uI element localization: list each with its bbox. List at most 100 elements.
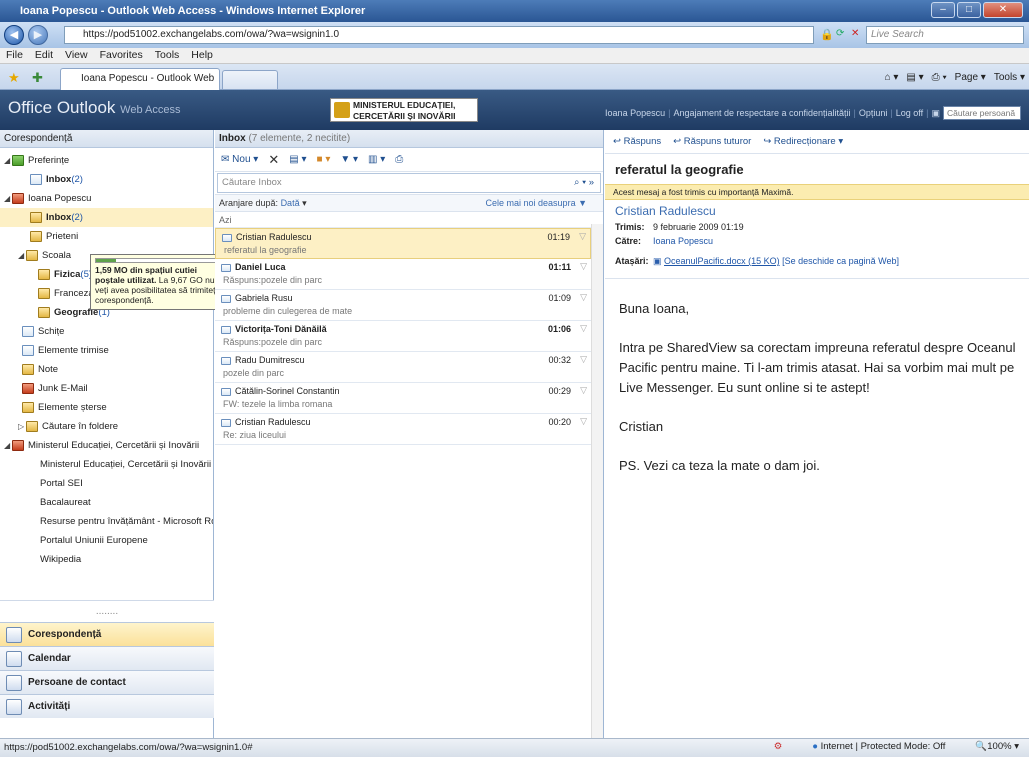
expand-arrow-icon[interactable]: ◢: [4, 436, 12, 455]
privacy-link[interactable]: Angajament de respectare a confidențiali…: [673, 108, 850, 118]
expand-arrow-icon[interactable]: ◢: [4, 189, 12, 208]
mailbox-folder-item[interactable]: Junk E-Mail: [0, 379, 213, 398]
forward-button[interactable]: ↪ Redirecționare ▾: [763, 136, 843, 147]
expand-arrow-icon[interactable]: ▷: [18, 417, 26, 436]
filter-icon[interactable]: ▼ ▾: [340, 154, 358, 165]
options-link[interactable]: Opțiuni: [859, 108, 888, 118]
ministry-link[interactable]: Ministerul Educației, Cercetării și Inov…: [0, 455, 213, 474]
page-menu[interactable]: Page ▾: [955, 68, 986, 88]
favorites-star-icon[interactable]: ★: [8, 70, 20, 86]
mailbox-folder-item[interactable]: Inbox(2): [0, 208, 213, 227]
reply-button[interactable]: ↩ Răspuns: [613, 136, 661, 147]
to-value[interactable]: Ioana Popescu: [653, 236, 713, 246]
inbox-search-input[interactable]: Căutare Inbox ⌕ ▾ »: [217, 173, 601, 193]
message-row[interactable]: Cristian Radulescu 01:19 referatul la geog…: [215, 228, 591, 259]
forward-button[interactable]: ▶: [28, 25, 48, 45]
feeds-icon[interactable]: ▤ ▾: [906, 68, 923, 88]
live-search-input[interactable]: Live Search: [866, 26, 1024, 44]
folder-label: Elemente trimise: [38, 345, 109, 356]
favorites-node[interactable]: ◢ Preferințe: [0, 151, 213, 170]
url-field[interactable]: https://pod51002.exchangelabs.com/owa/?w…: [64, 26, 814, 44]
expand-arrow-icon[interactable]: ◢: [18, 246, 26, 265]
view-icon[interactable]: ▥ ▾: [368, 154, 385, 165]
message-sender[interactable]: Cristian Radulescu: [605, 200, 1029, 220]
new-button[interactable]: ✉ Nou ▾: [221, 154, 258, 165]
menu-favorites[interactable]: Favorites: [100, 48, 143, 63]
reply-all-button[interactable]: ↩ Răspuns tuturor: [673, 136, 751, 147]
ministry-link[interactable]: Bacalaureat: [0, 493, 213, 512]
pane-resize-grip[interactable]: ........: [0, 600, 214, 622]
open-as-web-link[interactable]: [Se deschide ca pagină Web]: [782, 256, 899, 266]
sender-name: Cristian Radulescu: [235, 417, 311, 427]
mailbox-folder-item[interactable]: ▷ Căutare în foldere: [0, 417, 213, 436]
menu-file[interactable]: File: [6, 48, 23, 63]
ministry-link[interactable]: Portalul Uniunii Europene: [0, 531, 213, 550]
ministry-link[interactable]: Resurse pentru învățământ - Microsoft Ro…: [0, 512, 213, 531]
message-row[interactable]: Cristian Radulescu 00:20 Re: ziua liceului…: [215, 414, 591, 445]
maximize-button[interactable]: □: [957, 2, 981, 18]
message-row[interactable]: Cătălin-Sorinel Constantin 00:29 FW: tezel…: [215, 383, 591, 414]
message-row[interactable]: Victorița-Toni Dănăilă 01:06 Răspuns:pozel…: [215, 321, 591, 352]
delete-icon[interactable]: ✕: [268, 152, 279, 168]
people-search-input[interactable]: Căutare persoană: [943, 106, 1021, 120]
zoom-control[interactable]: 🔍100% ▾: [975, 738, 1019, 757]
menu-help[interactable]: Help: [191, 48, 213, 63]
move-icon[interactable]: ▤ ▾: [289, 154, 306, 165]
print-list-icon[interactable]: ⎙: [395, 154, 403, 165]
ministry-group-node[interactable]: ◢ Ministerul Educației, Cercetării și Ino…: [0, 436, 213, 455]
flag-icon[interactable]: ▽: [580, 292, 587, 303]
ministry-link[interactable]: Wikipedia: [0, 550, 213, 569]
nav-contacts-button[interactable]: Persoane de contact: [0, 670, 214, 694]
nav-calendar-button[interactable]: Calendar: [0, 646, 214, 670]
flag-icon[interactable]: ▽: [580, 385, 587, 396]
popup-blocker-icon[interactable]: ⚙: [774, 738, 783, 757]
flag-icon[interactable]: ▽: [580, 323, 587, 334]
user-name-link[interactable]: Ioana Popescu: [605, 108, 665, 118]
search-icon[interactable]: ⌕ ▾ »: [574, 174, 594, 192]
lock-icon[interactable]: 🔒: [820, 28, 834, 41]
list-scrollbar[interactable]: [591, 224, 603, 738]
menu-view[interactable]: View: [65, 48, 88, 63]
print-icon[interactable]: ⎙ ▾: [932, 68, 947, 88]
menu-edit[interactable]: Edit: [35, 48, 53, 63]
message-list: Cristian Radulescu 01:19 referatul la geog…: [215, 228, 591, 445]
mailbox-folder-item[interactable]: Note: [0, 360, 213, 379]
nav-tasks-button[interactable]: Activități: [0, 694, 214, 718]
nav-mail-button[interactable]: Corespondență: [0, 622, 214, 646]
menu-tools[interactable]: Tools: [155, 48, 180, 63]
arrange-by[interactable]: Aranjare după: Dată ▾: [219, 195, 307, 211]
mailbox-label: Ioana Popescu: [28, 193, 92, 204]
flag-icon[interactable]: ▽: [580, 354, 587, 365]
ministry-link[interactable]: Portal SEI: [0, 474, 213, 493]
favorite-folder-item[interactable]: Inbox(2): [0, 170, 213, 189]
add-favorites-icon[interactable]: ✚: [32, 70, 43, 86]
browser-tab-owa[interactable]: Ioana Popescu - Outlook Web Access: [60, 68, 220, 104]
flag-icon[interactable]: ▽: [579, 231, 586, 242]
stop-icon[interactable]: ✕: [851, 28, 859, 39]
flag-icon[interactable]: ▽: [580, 416, 587, 427]
tools-menu[interactable]: Tools ▾: [994, 68, 1025, 88]
close-button[interactable]: ✕: [983, 2, 1023, 18]
mailbox-folder-item[interactable]: Prieteni: [0, 227, 213, 246]
categories-icon[interactable]: ■ ▾: [317, 154, 331, 165]
logoff-link[interactable]: Log off: [896, 108, 923, 118]
home-icon[interactable]: ⌂ ▾: [885, 68, 899, 88]
minimize-button[interactable]: –: [931, 2, 955, 18]
window-controls: – □ ✕: [931, 2, 1023, 18]
back-button[interactable]: ◀: [4, 25, 24, 45]
zone-info[interactable]: ● Internet | Protected Mode: Off: [812, 738, 945, 757]
sort-order[interactable]: Cele mai noi deasupra ▼: [486, 195, 587, 211]
attachment-link[interactable]: OceanulPacific.docx (15 KO): [664, 256, 780, 266]
new-tab-button[interactable]: [222, 70, 278, 89]
message-row[interactable]: Daniel Luca 01:11 Răspuns:pozele din parc ▽: [215, 259, 591, 290]
mailbox-folder-item[interactable]: Elemente trimise: [0, 341, 213, 360]
mailbox-folder-item[interactable]: Elemente șterse: [0, 398, 213, 417]
refresh-icon[interactable]: ⟳: [836, 28, 844, 39]
message-row[interactable]: Radu Dumitrescu 00:32 pozele din parc ▽: [215, 352, 591, 383]
mailbox-folder-item[interactable]: Schițe: [0, 322, 213, 341]
flag-icon[interactable]: ▽: [580, 261, 587, 272]
address-book-icon[interactable]: ▣: [931, 108, 940, 119]
mailbox-node[interactable]: ◢ Ioana Popescu: [0, 189, 213, 208]
expand-arrow-icon[interactable]: ◢: [4, 151, 12, 170]
message-row[interactable]: Gabriela Rusu 01:09 probleme din culegerea…: [215, 290, 591, 321]
